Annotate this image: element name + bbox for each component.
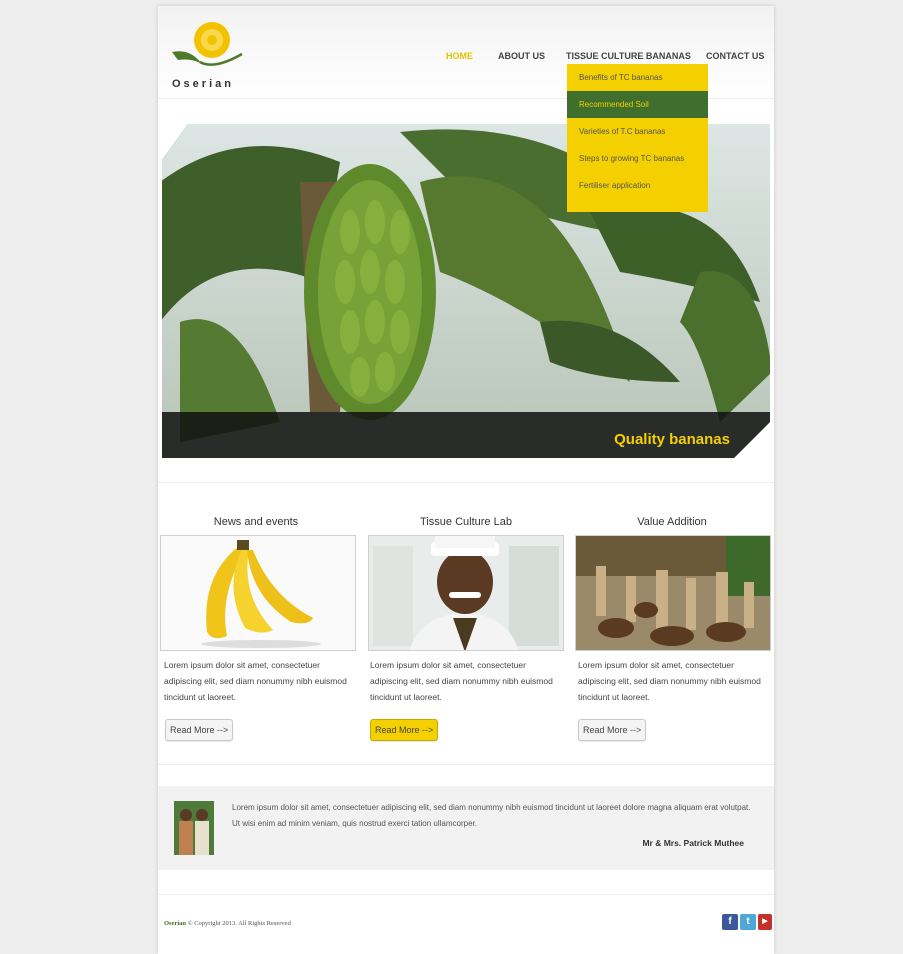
dropdown-item-varieties[interactable]: Varieties of T.C bananas [567,118,708,145]
nav-contact-us[interactable]: CONTACT US [706,51,764,61]
bananas-thumbnail [160,535,356,651]
footer-copyright: Oserian © Copyright 2013. All Rights Res… [164,920,291,927]
facebook-icon[interactable]: f [722,914,738,930]
value-addition-title: Value Addition [637,516,707,528]
news-events-text: Lorem ipsum dolor sit amet, consectetuer… [164,660,347,702]
twitter-icon[interactable]: t [740,914,756,930]
nav-home[interactable]: HOME [446,51,473,61]
dropdown-item-fertiliser[interactable]: Fertiliser application [567,172,708,199]
content-divider [158,764,774,765]
dropdown-item-recommended-soil[interactable]: Recommended Soil [567,91,708,118]
hero-caption: Quality bananas [614,431,730,448]
lab-worker-thumbnail [368,535,564,651]
testimonial-photo [174,801,214,855]
footer-copyright-text: © Copyright 2013. All Rights Reserved [187,920,291,927]
page: Oserian HOME ABOUT US TISSUE CULTURE BAN… [158,6,774,954]
news-read-more-button[interactable]: Read More --> [165,719,233,741]
lab-read-more-button[interactable]: Read More --> [370,719,438,741]
testimonial-author: Mr & Mrs. Patrick Muthee [642,838,744,848]
nav-tissue-culture-bananas[interactable]: TISSUE CULTURE BANANAS [566,51,691,61]
news-events-title: News and events [213,516,299,528]
dropdown-item-benefits[interactable]: Benefits of TC bananas [567,64,708,91]
youtube-icon[interactable]: ▶ [758,914,772,930]
crafts-thumbnail [575,535,771,651]
value-read-more-button[interactable]: Read More --> [578,719,646,741]
testimonial: Lorem ipsum dolor sit amet, consectetuer… [158,786,774,870]
section-divider [158,482,774,483]
brand-name: Oserian [172,78,234,90]
footer-brand: Oserian [164,920,187,927]
dropdown-item-steps[interactable]: Steps to growing TC bananas [567,145,708,172]
nav-about-us[interactable]: ABOUT US [498,51,545,61]
tissue-culture-lab-text: Lorem ipsum dolor sit amet, consectetuer… [370,660,553,702]
tissue-culture-lab-title: Tissue Culture Lab [420,516,512,528]
footer-divider [158,894,774,895]
testimonial-text: Lorem ipsum dolor sit amet, consectetuer… [232,803,751,828]
value-addition-text: Lorem ipsum dolor sit amet, consectetuer… [578,660,761,702]
tissue-culture-dropdown: Benefits of TC bananas Recommended Soil … [567,64,708,212]
